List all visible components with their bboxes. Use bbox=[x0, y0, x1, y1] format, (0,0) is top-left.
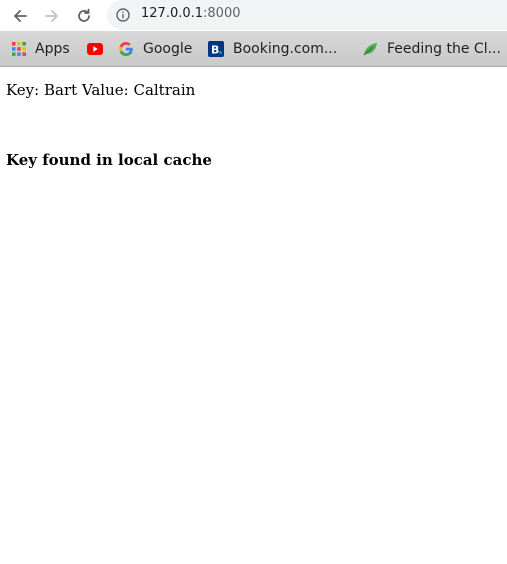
youtube-icon bbox=[87, 42, 103, 55]
booking-icon: B bbox=[208, 40, 224, 57]
arrow-left-icon bbox=[14, 10, 27, 22]
page-content: Key: Bart Value: Caltrain bbox=[6, 81, 195, 99]
arrow-right-icon bbox=[45, 10, 58, 22]
google-icon bbox=[118, 41, 133, 56]
address-bar[interactable]: 127.0.0.1:8000 bbox=[107, 0, 507, 30]
bookmark-google-label: Google bbox=[143, 40, 193, 57]
reload-icon bbox=[78, 8, 90, 22]
bookmarks-bar: Apps Google B Booking.com... Feeding the… bbox=[0, 31, 507, 67]
reload-button[interactable] bbox=[72, 4, 96, 28]
browser-toolbar: 127.0.0.1:8000 bbox=[0, 0, 507, 31]
bookmark-apps[interactable]: Apps bbox=[12, 31, 70, 66]
bookmark-google[interactable]: Google bbox=[118, 31, 192, 66]
bookmark-booking-label: Booking.com... bbox=[233, 40, 338, 57]
bookmark-youtube[interactable] bbox=[87, 31, 103, 66]
info-icon[interactable] bbox=[116, 8, 130, 22]
url-port: :8000 bbox=[203, 6, 241, 21]
url-text[interactable]: 127.0.0.1:8000 bbox=[141, 6, 241, 21]
bookmark-booking[interactable]: B Booking.com... bbox=[208, 31, 337, 66]
leaf-icon bbox=[363, 42, 377, 55]
svg-text:B: B bbox=[211, 43, 219, 56]
bookmark-feeding-label: Feeding the Cl... bbox=[387, 40, 501, 57]
forward-button[interactable] bbox=[40, 4, 64, 28]
bookmark-feeding[interactable]: Feeding the Cl... bbox=[362, 31, 501, 66]
apps-grid-icon bbox=[12, 41, 26, 56]
bookmark-apps-label: Apps bbox=[35, 40, 70, 57]
key-value-text: Key: Bart Value: Caltrain bbox=[6, 81, 196, 99]
back-button[interactable] bbox=[8, 4, 32, 28]
url-host: 127.0.0.1 bbox=[141, 6, 204, 21]
cache-status-heading: Key found in local cache bbox=[6, 151, 212, 169]
